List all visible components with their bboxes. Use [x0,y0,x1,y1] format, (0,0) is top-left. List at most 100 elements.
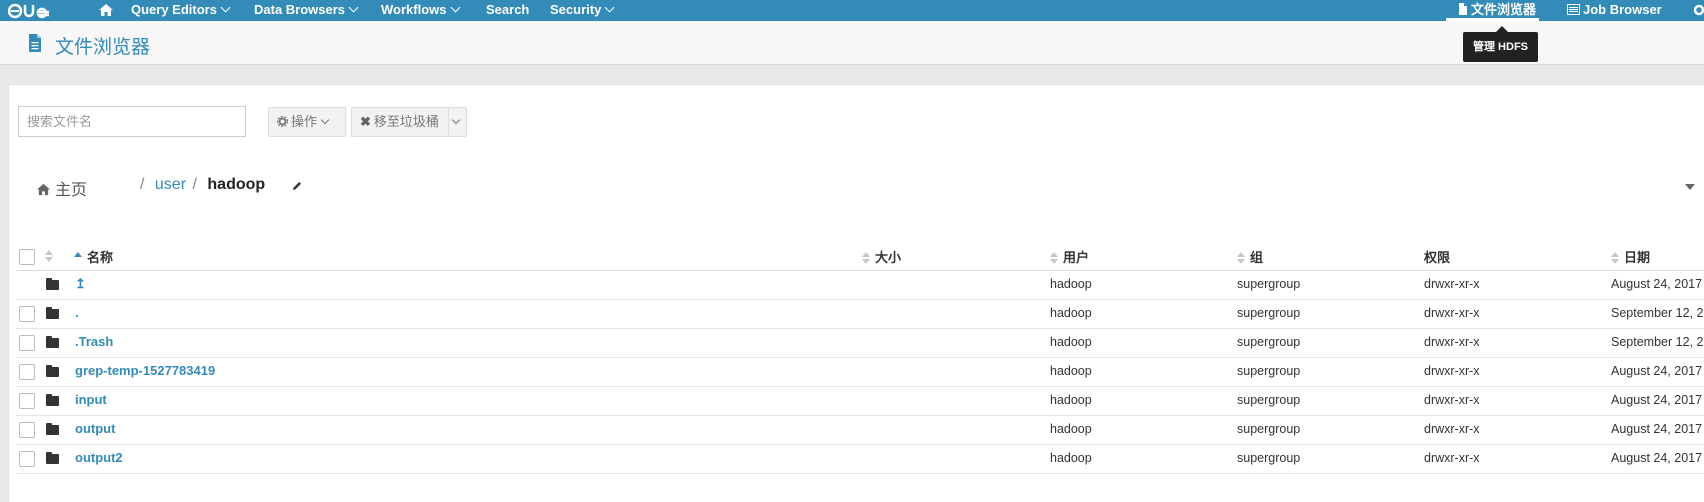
file-group: supergroup [1237,393,1301,407]
file-permissions: drwxr-xr-x [1424,277,1480,291]
nav-data-browsers[interactable]: Data Browsers [254,0,359,21]
column-header-name[interactable]: 名称 [74,247,113,266]
file-date: August 24, 2017 [1611,277,1703,291]
row-checkbox[interactable] [19,335,35,351]
file-date: August 24, 2017 [1611,451,1703,465]
file-group: supergroup [1237,335,1301,349]
row-checkbox[interactable] [19,393,35,409]
chevron-down-icon [450,2,460,13]
file-date: September 12, 2 [1611,306,1704,320]
column-header-group[interactable]: 组 [1237,247,1263,266]
folder-icon [46,278,59,290]
close-icon: ✖ [360,114,371,129]
edit-path-icon[interactable] [291,180,303,192]
file-name-link[interactable]: . [75,305,79,320]
file-icon [1459,3,1467,15]
chevron-down-icon [320,115,330,125]
chevron-down-icon [451,115,461,125]
folder-icon [46,336,59,348]
row-checkbox[interactable] [19,364,35,380]
file-permissions: drwxr-xr-x [1424,422,1480,436]
settings-icon[interactable] [1692,0,1704,21]
folder-icon [46,365,59,377]
file-permissions: drwxr-xr-x [1424,335,1480,349]
breadcrumb-home[interactable]: 主页 [36,176,87,200]
row-divider [16,473,1704,474]
folder-icon [46,307,59,319]
file-name-link[interactable]: output [75,421,115,436]
row-checkbox[interactable] [19,306,35,322]
nav-workflows[interactable]: Workflows [381,0,460,21]
file-group: supergroup [1237,277,1301,291]
file-date: August 24, 2017 [1611,364,1703,378]
file-permissions: drwxr-xr-x [1424,393,1480,407]
nav-query-editors[interactable]: Query Editors [131,0,231,21]
column-header-user[interactable]: 用户 [1050,247,1089,266]
hue-logo[interactable] [8,1,62,20]
header-divider [16,270,1704,271]
file-user: hadoop [1050,364,1092,378]
column-header-permissions[interactable]: 权限 [1424,247,1450,266]
file-user: hadoop [1050,306,1092,320]
list-icon [1567,4,1580,15]
file-name-link[interactable]: .Trash [75,334,113,349]
file-permissions: drwxr-xr-x [1424,364,1480,378]
folder-icon [46,394,59,406]
row-divider [16,299,1704,300]
file-user: hadoop [1050,335,1092,349]
home-icon[interactable] [98,0,114,21]
file-date: August 24, 2017 [1611,393,1703,407]
row-divider [16,386,1704,387]
row-divider [16,415,1704,416]
sort-icon [1050,252,1058,264]
row-divider [16,444,1704,445]
search-input[interactable] [18,106,246,137]
breadcrumb-separator: / [192,176,197,193]
breadcrumb: / user / hadoop [140,176,265,194]
select-all-checkbox[interactable] [19,249,35,265]
file-date: August 24, 2017 [1611,422,1703,436]
file-name-link[interactable]: input [75,392,107,407]
page-header: 文件浏览器 [0,21,1704,65]
home-icon [37,183,50,196]
panel-dropdown-caret[interactable] [1685,184,1695,190]
breadcrumb-current: hadoop [207,176,266,193]
actions-button[interactable]: 操作 [268,107,346,137]
chevron-down-icon [604,2,615,13]
file-group: supergroup [1237,306,1301,320]
chevron-down-icon [220,2,231,13]
file-icon [29,34,41,52]
file-user: hadoop [1050,393,1092,407]
file-name-link[interactable]: grep-temp-1527783419 [75,363,215,378]
nav-search[interactable]: Search [486,0,529,21]
sort-icon[interactable] [45,250,53,262]
top-navbar: Query Editors Data Browsers Workflows Se… [0,0,1704,21]
folder-icon [46,423,59,435]
nav-security[interactable]: Security [550,0,615,21]
file-name-link[interactable]: ↥ [75,276,86,292]
gear-icon [276,115,289,128]
sort-icon [862,252,870,264]
trash-options-dropdown[interactable] [448,107,467,137]
nav-job-browser[interactable]: Job Browser [1567,0,1662,21]
file-name-link[interactable]: output2 [75,450,123,465]
tooltip: 管理 HDFS [1463,32,1538,62]
file-permissions: drwxr-xr-x [1424,451,1480,465]
file-date: September 12, 2 [1611,335,1704,349]
file-user: hadoop [1050,451,1092,465]
column-header-size[interactable]: 大小 [862,247,901,266]
sort-icon [1237,252,1245,264]
file-permissions: drwxr-xr-x [1424,306,1480,320]
move-to-trash-button[interactable]: ✖ 移至垃圾桶 [351,107,448,137]
row-divider [16,328,1704,329]
folder-icon [46,452,59,464]
breadcrumb-separator: / [140,176,145,193]
row-checkbox[interactable] [19,451,35,467]
page-title: 文件浏览器 [55,37,151,58]
row-divider [16,357,1704,358]
column-header-date[interactable]: 日期 [1611,247,1650,266]
breadcrumb-user[interactable]: user [155,176,186,193]
sort-icon [1611,252,1619,264]
row-checkbox[interactable] [19,422,35,438]
content-panel [8,84,1704,502]
